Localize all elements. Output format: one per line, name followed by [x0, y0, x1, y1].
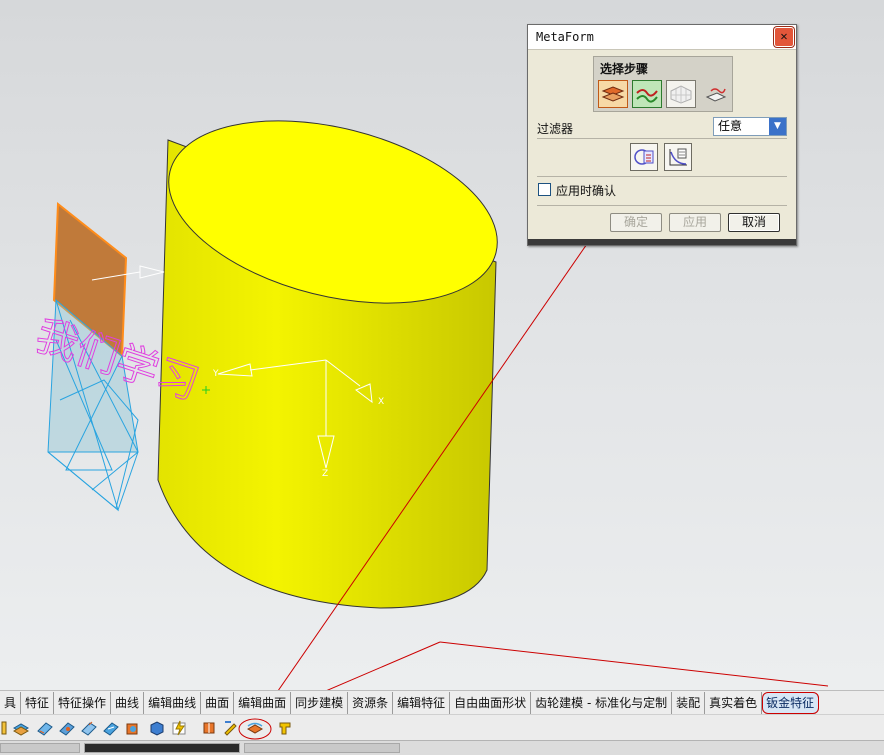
yellow-cylinder[interactable] — [150, 90, 517, 609]
tab-assembly[interactable]: 装配 — [672, 691, 706, 714]
tab-gear-modeling[interactable]: 齿轮建模 - 标准化与定制 — [531, 691, 673, 714]
step-target-button[interactable] — [632, 80, 662, 108]
filter-dropdown[interactable]: 任意 ▼ — [713, 117, 787, 136]
tab-true-shading[interactable]: 真实着色 — [705, 691, 763, 714]
mode-blend-button[interactable] — [630, 143, 658, 171]
divider — [537, 138, 787, 139]
axis-z-label: Z — [322, 469, 328, 479]
step-sheet-button[interactable] — [598, 80, 628, 108]
apply-button[interactable]: 应用 — [669, 213, 721, 232]
solid-cube-icon[interactable] — [148, 719, 166, 737]
surface-mesh-icon — [670, 85, 692, 104]
tab-freeform-shape[interactable]: 自由曲面形状 — [450, 691, 532, 714]
tab-edit-surface[interactable]: 编辑曲面 — [234, 691, 292, 714]
status-segment — [0, 743, 80, 753]
axis-y-label: Y — [212, 369, 219, 379]
cancel-button[interactable]: 取消 — [728, 213, 780, 232]
filter-value: 任意 — [718, 119, 743, 133]
chevron-down-icon[interactable]: ▼ — [769, 118, 786, 135]
flange-icon[interactable] — [58, 719, 76, 737]
divider — [537, 205, 787, 206]
dialog-bottom-edge — [528, 239, 796, 245]
step-mesh-button[interactable] — [666, 80, 696, 108]
punch-icon[interactable] — [102, 719, 120, 737]
close-icon: ✕ — [780, 29, 788, 43]
dialog-title: MetaForm — [536, 30, 594, 44]
selection-steps-group: 选择步骤 — [593, 56, 733, 112]
divider — [537, 176, 787, 177]
bend-icon[interactable] — [36, 719, 54, 737]
solid-split-icon[interactable] — [200, 719, 218, 737]
tab-sheet-metal-feature[interactable]: 钣金特征 — [762, 691, 820, 714]
tab-synchronous-modeling[interactable]: 同步建模 — [291, 691, 349, 714]
tab-edit-feature[interactable]: 编辑特征 — [393, 691, 451, 714]
sheet-select-icon — [601, 86, 625, 102]
cube-icon[interactable] — [124, 719, 142, 737]
steps-label: 选择步骤 — [600, 62, 649, 76]
apply-confirm-label: 应用时确认 — [556, 184, 617, 198]
metaform-dialog: MetaForm ✕ 选择步骤 过滤器 任意 ▼ 应用时确认 确定 应用 取消 — [527, 24, 797, 246]
curve-chart-icon — [669, 148, 687, 166]
step-flatten-button[interactable] — [700, 80, 730, 108]
lightning-icon[interactable] — [170, 719, 188, 737]
sheet-blue-icon[interactable] — [12, 719, 30, 737]
feature-blend-icon — [634, 149, 654, 165]
tab-curve[interactable]: 曲线 — [111, 691, 145, 714]
status-segment — [244, 743, 400, 753]
close-button[interactable]: ✕ — [774, 27, 794, 47]
tab-edit-curve[interactable]: 编辑曲线 — [144, 691, 202, 714]
tab-feature-operation[interactable]: 特征操作 — [54, 691, 112, 714]
status-bar — [0, 740, 884, 755]
sheet-metal-toolbar — [0, 714, 884, 740]
axis-x-label: X — [378, 397, 384, 407]
status-segment — [84, 743, 240, 753]
pipe-icon[interactable] — [276, 719, 294, 737]
tab-surface[interactable]: 曲面 — [201, 691, 235, 714]
tab-resource-bar[interactable]: 资源条 — [348, 691, 394, 714]
ok-button[interactable]: 确定 — [610, 213, 662, 232]
target-surface-icon — [636, 89, 658, 103]
flatten-sheet-icon — [705, 88, 727, 102]
tab-feature[interactable]: 特征 — [21, 691, 55, 714]
toolbar-tab-strip: 具 特征 特征操作 曲线 编辑曲线 曲面 编辑曲面 同步建模 资源条 编辑特征 … — [0, 690, 884, 714]
dialog-title-bar[interactable]: MetaForm ✕ — [528, 25, 796, 50]
tab-tools[interactable]: 具 — [0, 691, 22, 714]
highlight-circle — [238, 718, 272, 740]
filter-label: 过滤器 — [537, 122, 574, 136]
tab-icon[interactable] — [80, 719, 98, 737]
apply-confirm-checkbox[interactable] — [538, 183, 551, 196]
mode-curve-button[interactable] — [664, 143, 692, 171]
